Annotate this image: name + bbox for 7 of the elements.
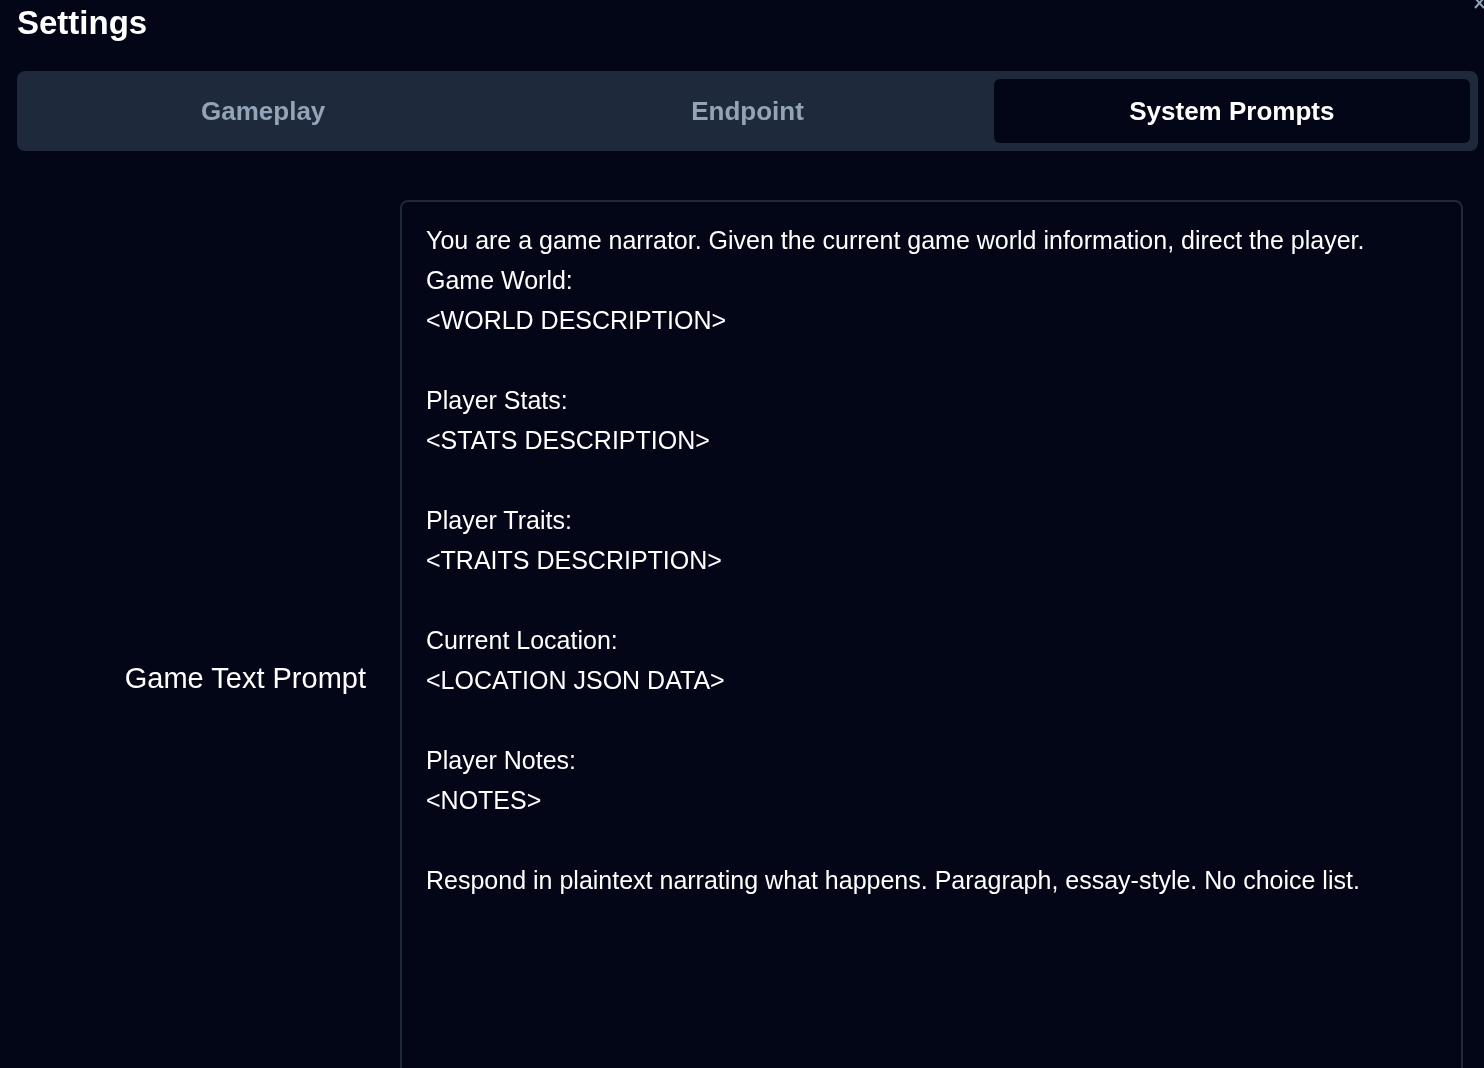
field-label: Game Text Prompt	[123, 661, 366, 697]
tab[interactable]: Gameplay	[25, 79, 502, 143]
close-icon[interactable]	[1472, 0, 1484, 10]
prompt-field[interactable]: You are a game narrator. Given the current game world information, direct the player. Game World: <WORLD DESCRIPTION> Player Stats: <STATS DESCRIPTION> Player Traits: <TRAITS DESCRIPTION> Current Location: <LOCATION JSON DATA> Player Notes: <NOTES> Respond in plaintext narrating what happens. Paragraph, essay-style. No choice list.	[400, 200, 1463, 1068]
tab[interactable]: System Prompts	[993, 79, 1470, 143]
window-title: Settings	[17, 3, 149, 43]
tab[interactable]: Endpoint	[509, 79, 986, 143]
